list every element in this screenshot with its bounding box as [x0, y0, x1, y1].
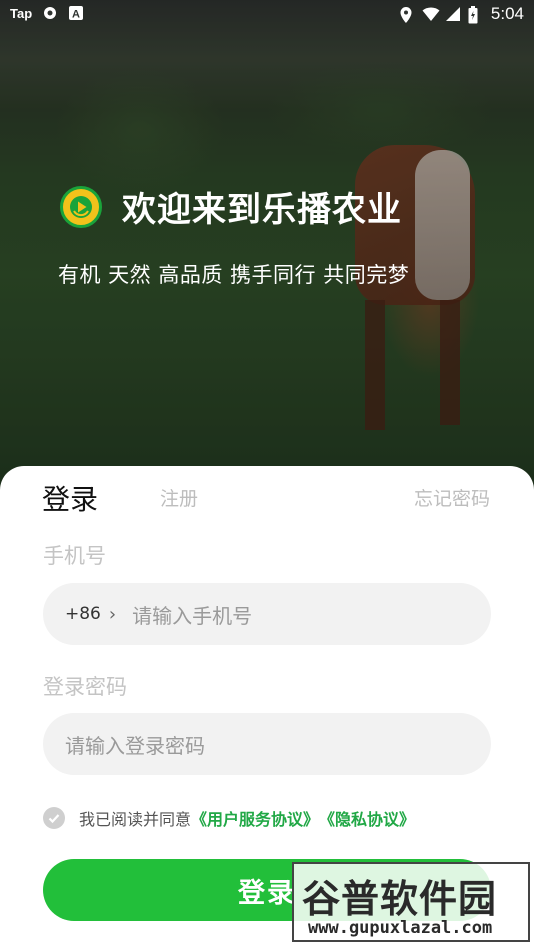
tab-login[interactable]: 登录 — [42, 478, 98, 518]
terms-link[interactable]: 《用户服务协议》 — [191, 806, 319, 830]
watermark-url: www.gupuxlazal.com — [308, 918, 493, 938]
chevron-right-icon[interactable]: › — [109, 604, 116, 625]
phone-label: 手机号 — [43, 544, 106, 568]
page-title: 欢迎来到乐播农业 — [122, 190, 402, 230]
country-code-selector[interactable]: +86 — [65, 604, 101, 624]
tab-register[interactable]: 注册 — [160, 484, 198, 511]
slogan: 有机 天然 高品质 携手同行 共同完梦 — [58, 263, 410, 287]
hero-background — [0, 0, 534, 500]
play-icon — [60, 185, 102, 228]
wifi-icon — [422, 6, 440, 22]
a-icon: A — [68, 5, 84, 21]
agree-checkbox[interactable] — [43, 807, 65, 829]
watermark: 谷普软件园 www.gupuxlazal.com — [292, 862, 530, 942]
forgot-password-link[interactable]: 忘记密码 — [414, 484, 490, 511]
agreement-text: 我已阅读并同意 — [79, 810, 192, 829]
battery-icon — [468, 6, 484, 24]
password-label: 登录密码 — [43, 675, 127, 699]
tap-icon: Tap — [10, 5, 33, 21]
password-field[interactable]: 请输入登录密码 — [43, 713, 491, 775]
password-input[interactable]: 请输入登录密码 — [65, 730, 205, 759]
settings-icon — [42, 5, 58, 21]
clock: 5:04 — [490, 4, 524, 23]
privacy-link[interactable]: 《隐私协议》 — [319, 806, 415, 830]
status-bar: Tap A 5:04 — [0, 0, 534, 28]
signal-icon — [445, 6, 461, 22]
location-icon — [399, 6, 415, 23]
svg-text:A: A — [72, 9, 80, 21]
watermark-title: 谷普软件园 — [302, 877, 498, 921]
hero-overlay — [0, 0, 534, 500]
phone-field[interactable]: +86 › 请输入手机号 — [43, 583, 491, 645]
phone-input[interactable]: 请输入手机号 — [132, 600, 252, 629]
agreement-row: 我已阅读并同意 《用户服务协议》 《隐私协议》 — [43, 806, 415, 830]
brand-header: 欢迎来到乐播农业 — [60, 182, 402, 231]
